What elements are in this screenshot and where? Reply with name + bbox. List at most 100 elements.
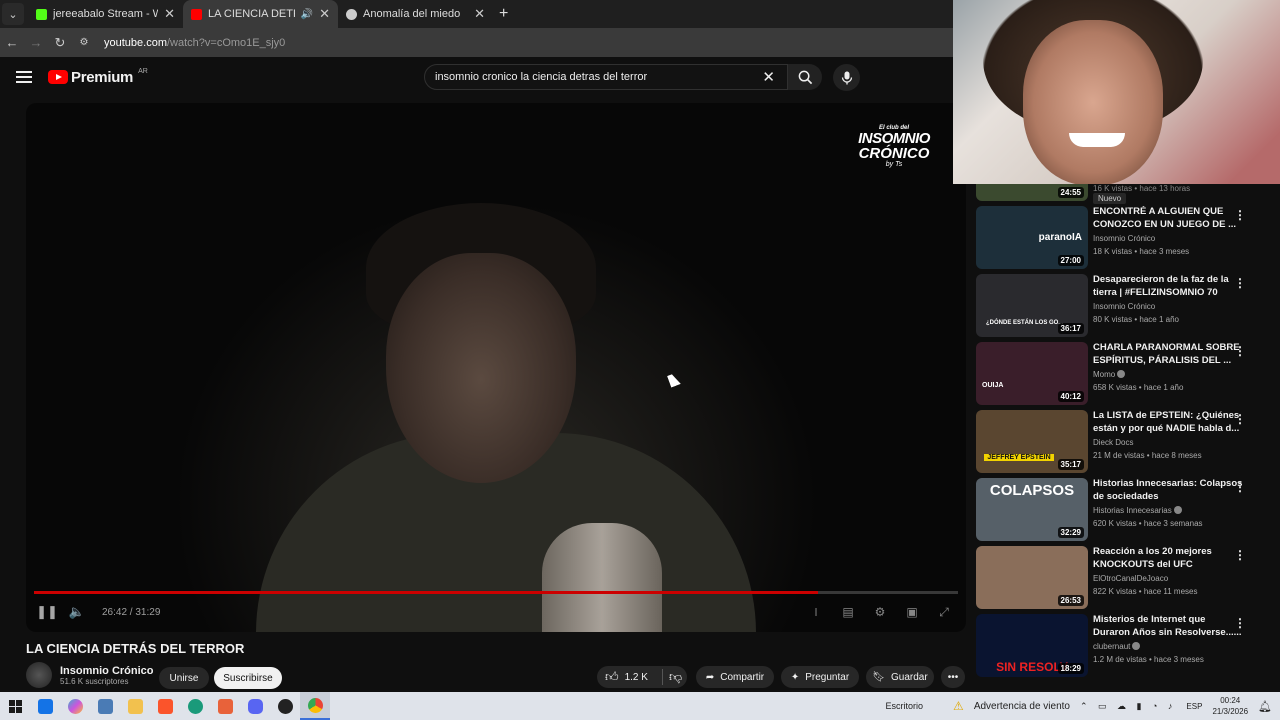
miniplayer-icon[interactable]: ▣ (900, 605, 924, 620)
more-vertical-icon[interactable]: ⋮ (1234, 616, 1246, 630)
channel-name[interactable]: Insomnio Crónico (1093, 302, 1243, 311)
thumbs-down-icon[interactable]: 👎︎ (669, 669, 682, 685)
video-thumbnail[interactable]: SIN RESOLV 18:29 (976, 614, 1088, 677)
video-thumbnail[interactable]: ¿DÓNDE ESTÁN LOS GO... 36:17 (976, 274, 1088, 337)
channel-name[interactable]: Momo (1093, 370, 1243, 379)
video-title[interactable]: Misterios de Internet que Duraron Años s… (1093, 614, 1243, 639)
video-thumbnail[interactable]: COLAPSOS 32:29 (976, 478, 1088, 541)
copilot-icon[interactable] (60, 692, 90, 720)
list-item[interactable]: 26:53 Reacción a los 20 mejores KNOCKOUTS… (976, 546, 1270, 610)
join-button[interactable]: Unirse (159, 667, 209, 689)
desktop-label[interactable]: Escritorio (886, 701, 924, 711)
channel-avatar[interactable] (26, 662, 52, 688)
more-actions-button[interactable]: ••• (941, 666, 965, 688)
channel-name[interactable]: Dieck Docs (1093, 438, 1243, 447)
language-indicator[interactable]: ESP (1186, 702, 1202, 711)
video-thumbnail[interactable]: 26:53 (976, 546, 1088, 609)
list-item[interactable]: paranoIA 27:00 ENCONTRÉ A ALGUIEN QUE CONO… (976, 206, 1270, 270)
video-meta: 1.2 M de vistas • hace 3 meses (1093, 655, 1204, 664)
weather-label[interactable]: Advertencia de viento (974, 701, 1070, 712)
weather-warning-icon[interactable]: ⚠ (953, 699, 964, 713)
webcam-face (1023, 20, 1163, 184)
brave-icon[interactable] (150, 692, 180, 720)
player-right-controls: ⏽ ▤ ⚙ ▣ ⤢ (804, 605, 956, 620)
tab-kick[interactable]: jereeabalo Stream - Watch Live ✕ (28, 0, 183, 28)
more-vertical-icon[interactable]: ⋮ (1234, 548, 1246, 562)
voice-search-button[interactable] (833, 64, 860, 91)
start-icon[interactable] (0, 692, 30, 720)
outlook-icon[interactable] (30, 692, 60, 720)
video-thumbnail[interactable]: OUIJA 40:12 (976, 342, 1088, 405)
tab-anomalia[interactable]: Anomalía del miedo ✕ (338, 0, 493, 28)
more-vertical-icon[interactable]: ⋮ (1234, 412, 1246, 426)
obs-icon[interactable] (270, 692, 300, 720)
control-panel-icon[interactable] (90, 692, 120, 720)
notification-icon[interactable]: 🔔︎ (1258, 700, 1272, 713)
tray-icons[interactable]: ⌃ ▭ ☁ ▮ ◔ ♪ (1080, 701, 1176, 712)
search-input[interactable]: insomnio cronico la ciencia detras del t… (424, 64, 788, 90)
tab-youtube[interactable]: LA CIENCIA DETRÁS DEL TERROR 🔊 ✕ (183, 0, 338, 28)
pause-icon[interactable]: ❚❚ (32, 604, 62, 620)
discord-icon[interactable] (240, 692, 270, 720)
top-thumbnail[interactable]: 24:55 (976, 184, 1088, 201)
fullscreen-icon[interactable]: ⤢ (932, 605, 956, 620)
more-vertical-icon[interactable]: ⋮ (1234, 208, 1246, 222)
channel-name[interactable]: clubernaut (1093, 642, 1243, 651)
scrollbar[interactable] (1271, 184, 1280, 692)
list-item[interactable]: OUIJA 40:12 CHARLA PARANORMAL SOBRE ESPÍRI… (976, 342, 1270, 406)
close-tab-icon[interactable]: ✕ (164, 6, 175, 22)
site-info-icon[interactable]: ⚙ (72, 37, 96, 48)
reload-icon[interactable]: ↻ (48, 35, 72, 51)
video-title[interactable]: Desaparecieron de la faz de la tierra | … (1093, 274, 1243, 299)
like-button[interactable]: 👍︎ 1.2 K 👎︎ (597, 666, 687, 688)
progress-bar[interactable] (34, 591, 958, 594)
list-item[interactable]: SIN RESOLV 18:29 Misterios de Internet que… (976, 614, 1270, 678)
list-item[interactable]: ¿DÓNDE ESTÁN LOS GO... 36:17 Desapareciero… (976, 274, 1270, 338)
clock[interactable]: 00:24 21/3/2026 (1212, 695, 1248, 717)
forward-icon[interactable]: → (24, 35, 48, 50)
youtube-logo[interactable]: Premium AR (48, 68, 148, 86)
tab-search-chevron-icon[interactable]: ⌄ (2, 3, 24, 25)
video-title[interactable]: Historias Innecesarias: Colapsos de soci… (1093, 478, 1243, 503)
more-vertical-icon[interactable]: ⋮ (1234, 344, 1246, 358)
autoplay-toggle-icon[interactable]: ⏽ (804, 605, 828, 620)
file-explorer-icon[interactable] (120, 692, 150, 720)
settings-icon[interactable]: ⚙ (868, 605, 892, 620)
video-title[interactable]: La LISTA de EPSTEIN: ¿Quiénes están y po… (1093, 410, 1243, 435)
menu-icon[interactable] (16, 68, 32, 86)
channel-name[interactable]: Historias Innecesarias (1093, 506, 1243, 515)
url-field[interactable]: youtube.com/watch?v=cOmo1E_sjy0 (104, 37, 285, 49)
back-icon[interactable]: ← (0, 35, 24, 50)
subtitles-icon[interactable]: ▤ (836, 605, 860, 620)
video-title[interactable]: Reacción a los 20 mejores KNOCKOUTS del … (1093, 546, 1243, 571)
chrome-icon[interactable] (300, 692, 330, 720)
office-icon[interactable] (210, 692, 240, 720)
close-tab-icon[interactable]: ✕ (474, 6, 485, 22)
close-tab-icon[interactable]: ✕ (319, 6, 330, 22)
share-button[interactable]: ➦ Compartir (696, 666, 774, 688)
search-button[interactable] (788, 64, 822, 90)
video-meta: 658 K vistas • hace 1 año (1093, 383, 1184, 392)
video-title[interactable]: CHARLA PARANORMAL SOBRE ESPÍRITUS, PÁRAL… (1093, 342, 1243, 367)
list-item[interactable]: COLAPSOS 32:29 Historias Innecesarias: Col… (976, 478, 1270, 542)
video-title[interactable]: ENCONTRÉ A ALGUIEN QUE CONOZCO EN UN JUE… (1093, 206, 1243, 231)
video-thumbnail[interactable]: paranoIA 27:00 (976, 206, 1088, 269)
like-divider (661, 669, 663, 685)
list-item[interactable]: JEFFREY EPSTEIN 35:17 La LISTA de EPSTEIN:… (976, 410, 1270, 474)
more-vertical-icon[interactable]: ⋮ (1234, 480, 1246, 494)
channel-name[interactable]: Insomnio Crónico (1093, 234, 1243, 243)
video-thumbnail[interactable]: JEFFREY EPSTEIN 35:17 (976, 410, 1088, 473)
audio-playing-icon[interactable]: 🔊 (301, 9, 313, 20)
channel-name[interactable]: Insomnio Crónico (60, 665, 154, 677)
edge-icon[interactable] (180, 692, 210, 720)
more-vertical-icon[interactable]: ⋮ (1234, 276, 1246, 290)
volume-icon[interactable]: 🔈 (62, 604, 92, 620)
video-player[interactable]: El club del INSOMNIO CRÓNICO by Ts ❚❚ 🔈 … (26, 103, 966, 632)
clear-search-icon[interactable]: ✕ (762, 68, 775, 86)
ask-button[interactable]: ✦ Preguntar (781, 666, 859, 688)
video-info: Desaparecieron de la faz de la tierra | … (1093, 274, 1243, 324)
save-button[interactable]: 🔖︎ Guardar (866, 666, 934, 688)
channel-name[interactable]: ElOtroCanalDeJoaco (1093, 574, 1243, 583)
subscribe-button[interactable]: Suscribirse (214, 667, 282, 689)
new-tab-button[interactable]: + (499, 5, 508, 23)
